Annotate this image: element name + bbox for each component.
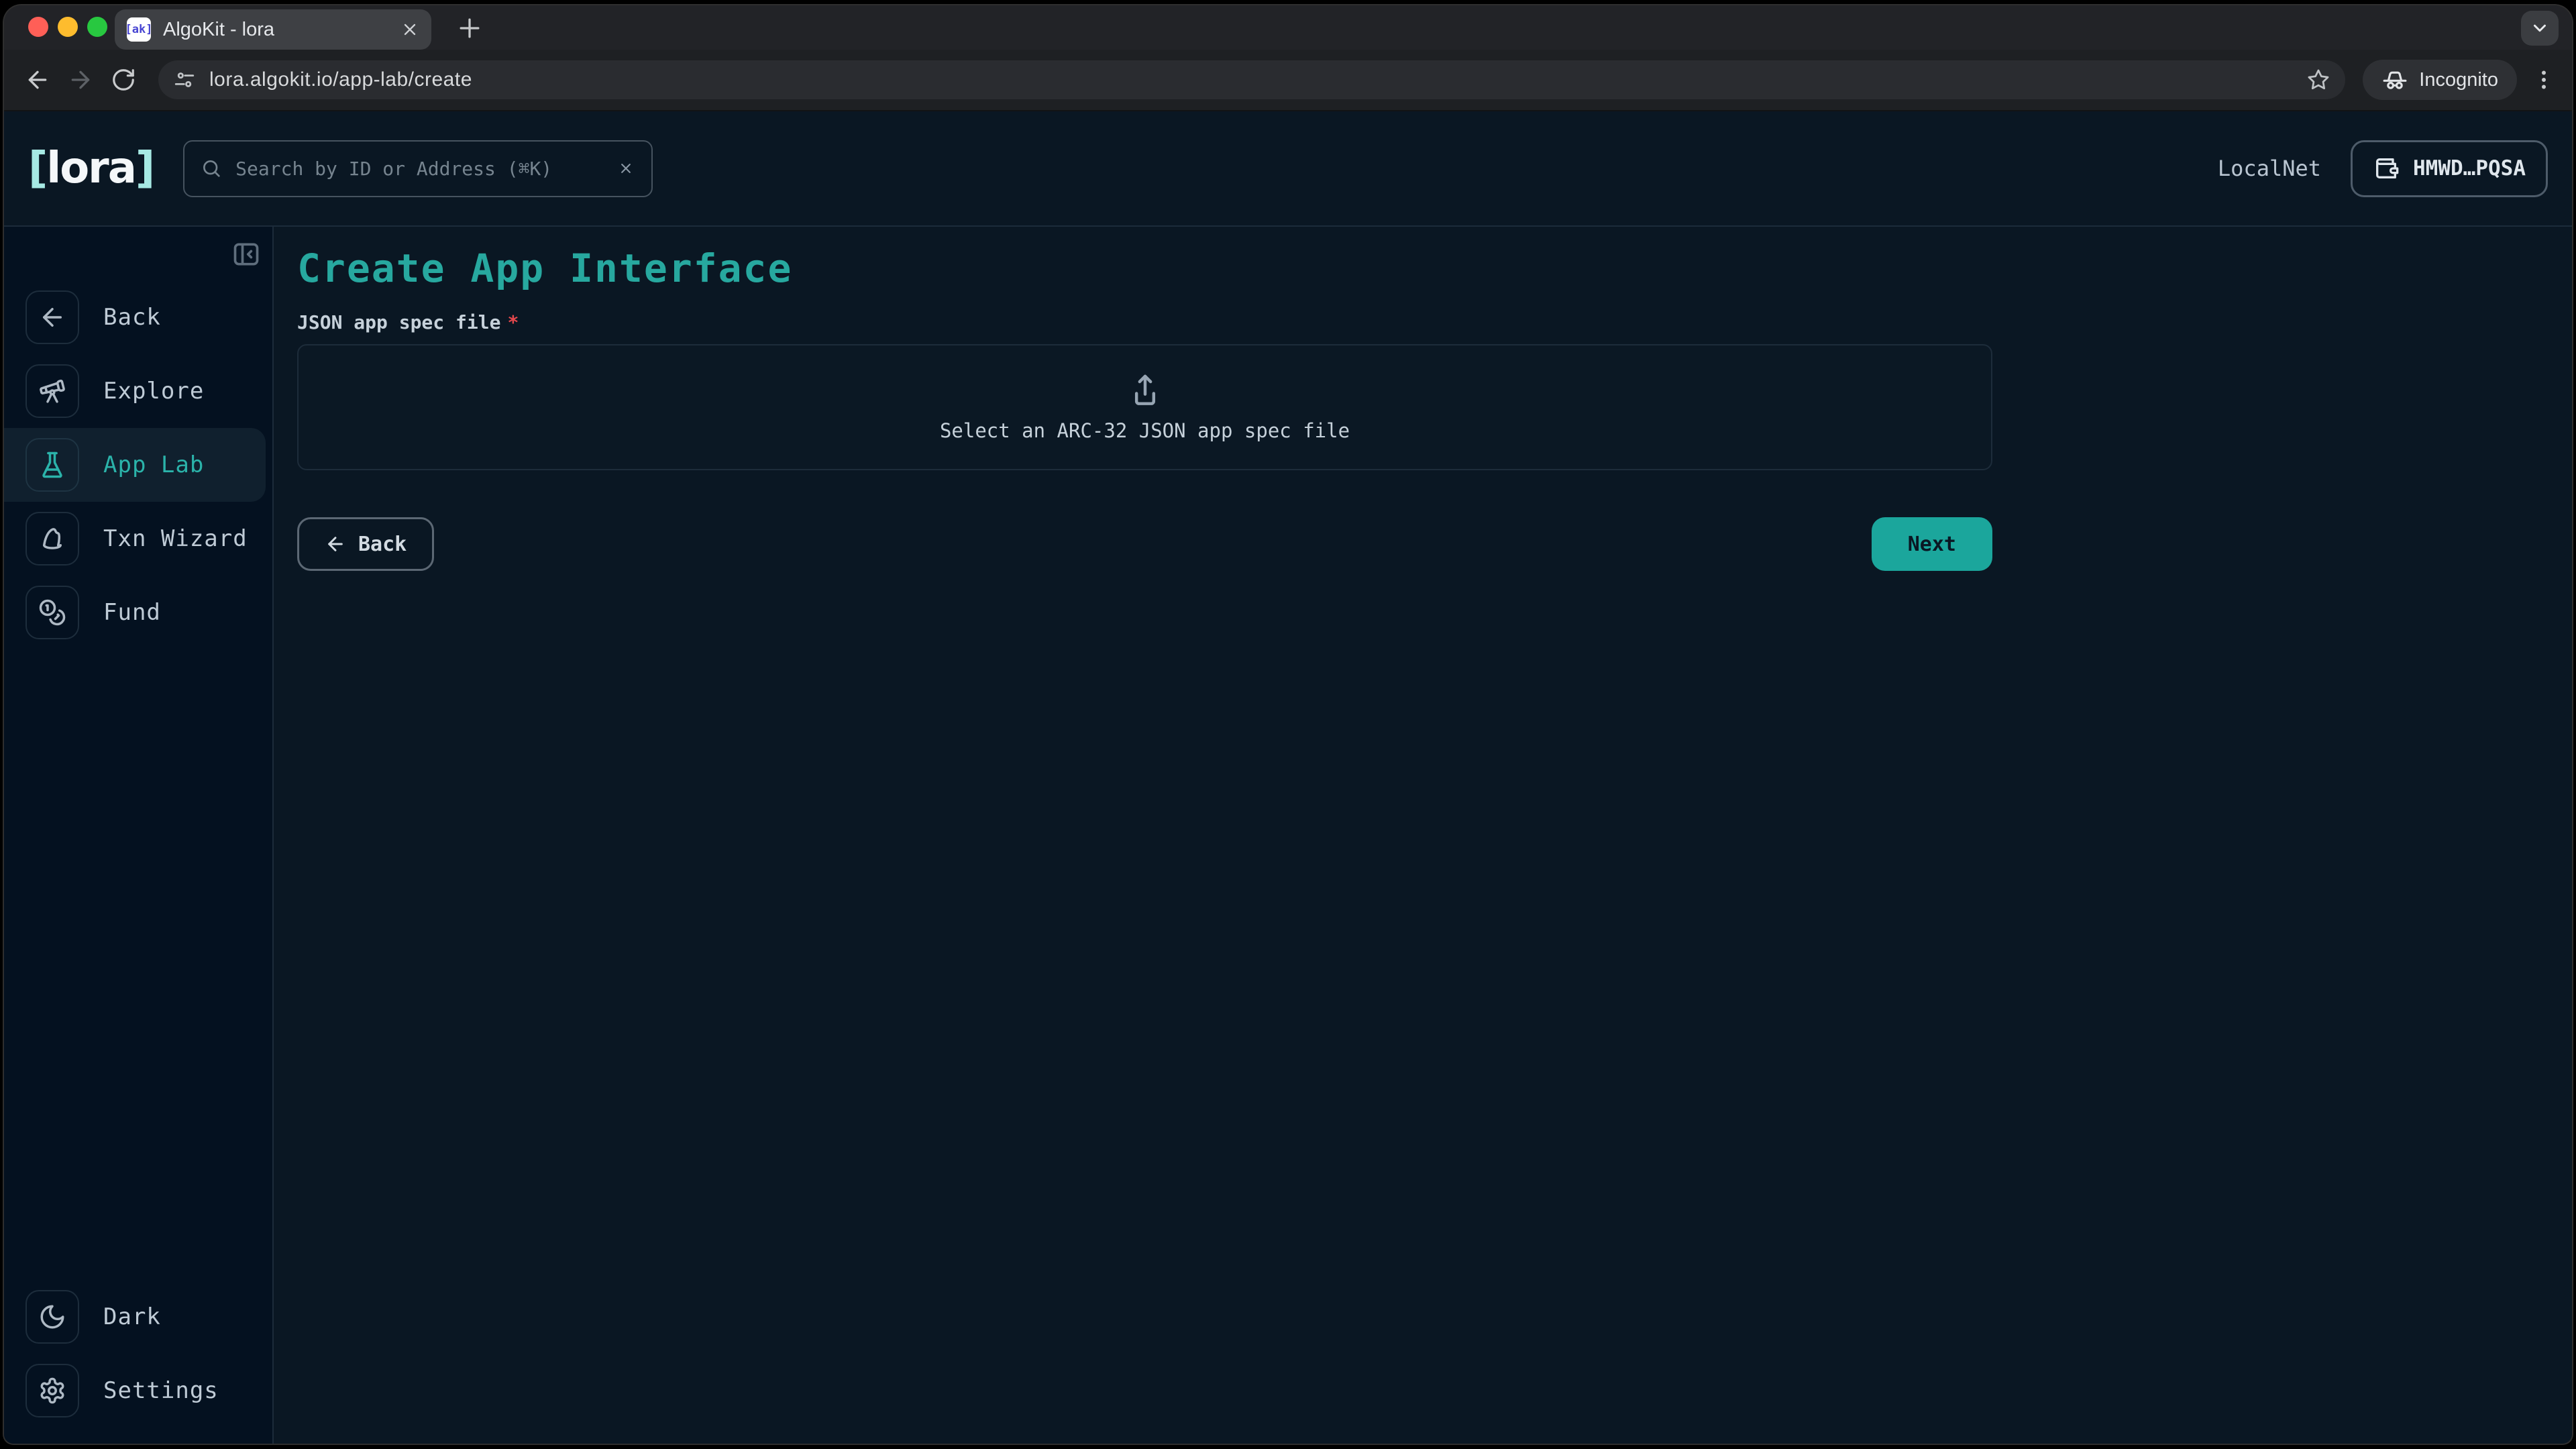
sidebar-item-label: Back bbox=[103, 304, 161, 331]
back-navigation-button[interactable] bbox=[20, 62, 55, 97]
new-tab-button[interactable] bbox=[455, 13, 484, 43]
sidebar-item-label: Fund bbox=[103, 599, 161, 626]
dropzone-text: Select an ARC-32 JSON app spec file bbox=[940, 419, 1350, 442]
url-text[interactable]: lora.algokit.io/app-lab/create bbox=[209, 68, 2293, 91]
traffic-lights bbox=[28, 17, 107, 37]
search-input[interactable] bbox=[235, 158, 603, 180]
wallet-button[interactable]: HMWD…PQSA bbox=[2351, 140, 2548, 197]
sidebar-item-txn-wizard[interactable]: Txn Wizard bbox=[4, 502, 272, 576]
sidebar-item-theme-dark[interactable]: Dark bbox=[4, 1280, 272, 1354]
logo-close-bracket: ] bbox=[136, 144, 154, 193]
coins-icon bbox=[38, 598, 66, 627]
tab-close-icon[interactable] bbox=[400, 20, 419, 39]
browser-menu-button[interactable] bbox=[2532, 68, 2556, 92]
site-info-icon[interactable] bbox=[173, 68, 196, 91]
telescope-icon bbox=[38, 377, 66, 405]
form-actions: Back Next bbox=[297, 517, 1992, 571]
panel-collapse-icon bbox=[231, 239, 261, 269]
minimize-window-button[interactable] bbox=[58, 17, 78, 37]
network-label[interactable]: LocalNet bbox=[2218, 156, 2321, 181]
sidebar-item-label: Explore bbox=[103, 378, 204, 405]
sidebar-item-fund[interactable]: Fund bbox=[4, 576, 272, 649]
moon-icon bbox=[38, 1303, 66, 1331]
wizard-hat-icon bbox=[38, 525, 66, 553]
browser-tab[interactable]: [ak] AlgoKit - lora bbox=[115, 9, 431, 50]
main-content: Create App Interface JSON app spec file*… bbox=[274, 227, 2572, 1444]
bookmark-star-icon[interactable] bbox=[2306, 68, 2330, 92]
wallet-icon bbox=[2373, 155, 2400, 182]
incognito-icon bbox=[2381, 66, 2408, 93]
form-label: JSON app spec file* bbox=[297, 311, 2572, 333]
sidebar-item-explore[interactable]: Explore bbox=[4, 354, 272, 428]
arrow-right-icon bbox=[67, 66, 94, 93]
page-title: Create App Interface bbox=[297, 246, 2572, 291]
upload-icon bbox=[1126, 372, 1164, 410]
address-bar[interactable]: lora.algokit.io/app-lab/create bbox=[158, 60, 2345, 99]
browser-window: [ak] AlgoKit - lora lora.algokit.io/a bbox=[4, 5, 2572, 1444]
next-button[interactable]: Next bbox=[1872, 517, 1992, 571]
sidebar-item-label: App Lab bbox=[103, 451, 204, 478]
back-button-label: Back bbox=[358, 533, 407, 556]
next-button-label: Next bbox=[1908, 533, 1956, 556]
sidebar-item-app-lab[interactable]: App Lab bbox=[4, 428, 266, 502]
sidebar-footer: Dark Settings bbox=[4, 1280, 272, 1428]
required-marker: * bbox=[507, 311, 519, 333]
browser-toolbar: lora.algokit.io/app-lab/create Incognito bbox=[4, 50, 2572, 111]
wallet-address: HMWD…PQSA bbox=[2413, 156, 2526, 180]
sidebar-collapse-button[interactable] bbox=[231, 239, 262, 270]
reload-button[interactable] bbox=[106, 62, 141, 97]
arrow-left-icon bbox=[38, 303, 66, 331]
global-search[interactable] bbox=[183, 140, 653, 197]
sidebar-item-label: Settings bbox=[103, 1377, 219, 1404]
incognito-label: Incognito bbox=[2419, 69, 2498, 91]
sidebar-item-back[interactable]: Back bbox=[4, 280, 272, 354]
kebab-menu-icon bbox=[2532, 68, 2556, 92]
flask-icon bbox=[38, 451, 66, 479]
arrow-left-icon bbox=[24, 66, 51, 93]
sidebar-nav: Back Explore App Lab bbox=[4, 280, 272, 649]
arrow-left-icon bbox=[325, 533, 346, 555]
logo-name: lora bbox=[46, 144, 136, 193]
lora-app: [lora] LocalNet HMWD…PQSA bbox=[4, 111, 2572, 1444]
app-header: [lora] LocalNet HMWD…PQSA bbox=[4, 111, 2572, 227]
zoom-window-button[interactable] bbox=[87, 17, 107, 37]
sidebar-item-label: Dark bbox=[103, 1303, 161, 1330]
sidebar-item-settings[interactable]: Settings bbox=[4, 1354, 272, 1428]
sidebar-item-label: Txn Wizard bbox=[103, 525, 248, 552]
incognito-badge: Incognito bbox=[2363, 60, 2517, 100]
forward-navigation-button[interactable] bbox=[63, 62, 98, 97]
logo-open-bracket: [ bbox=[28, 144, 46, 193]
header-right: LocalNet HMWD…PQSA bbox=[2218, 140, 2548, 197]
tab-title: AlgoKit - lora bbox=[163, 19, 388, 41]
tab-search-button[interactable] bbox=[2521, 11, 2559, 46]
tab-favicon: [ak] bbox=[127, 17, 151, 42]
search-icon bbox=[201, 158, 222, 179]
sidebar: Back Explore App Lab bbox=[4, 227, 274, 1444]
lora-logo[interactable]: [lora] bbox=[28, 144, 154, 193]
tab-strip: [ak] AlgoKit - lora bbox=[4, 5, 2572, 50]
file-dropzone[interactable]: Select an ARC-32 JSON app spec file bbox=[297, 344, 1992, 470]
gear-icon bbox=[38, 1377, 66, 1405]
app-body: Back Explore App Lab bbox=[4, 227, 2572, 1444]
reload-icon bbox=[111, 67, 136, 93]
search-clear-icon[interactable] bbox=[616, 159, 635, 178]
close-window-button[interactable] bbox=[28, 17, 48, 37]
back-button[interactable]: Back bbox=[297, 517, 434, 571]
chevron-down-icon bbox=[2530, 18, 2550, 38]
